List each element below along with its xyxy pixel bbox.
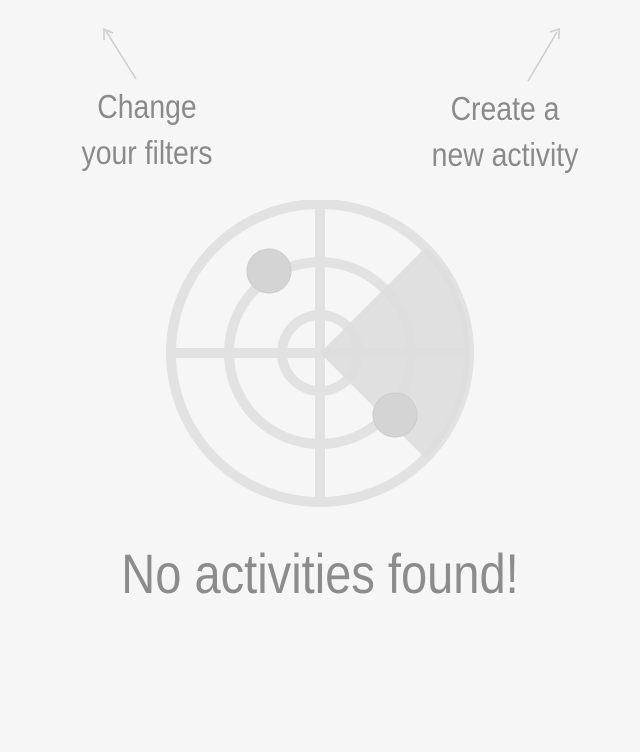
radar-icon xyxy=(166,200,474,507)
change-filters-hint: Change your filters xyxy=(65,84,228,176)
create-activity-hint-line2: new activity xyxy=(431,136,579,173)
change-filters-hint-line1: Change xyxy=(97,88,197,125)
change-filters-hint-line2: your filters xyxy=(81,134,213,171)
empty-state-title: No activities found! xyxy=(121,542,519,605)
arrow-up-right-icon xyxy=(527,27,560,82)
create-activity-hint: Create a new activity xyxy=(419,86,591,178)
create-activity-hint-line1: Create a xyxy=(450,90,560,127)
arrow-up-left-icon xyxy=(103,27,137,80)
empty-activities-screen: Change your filters Create a new activit… xyxy=(0,0,640,752)
